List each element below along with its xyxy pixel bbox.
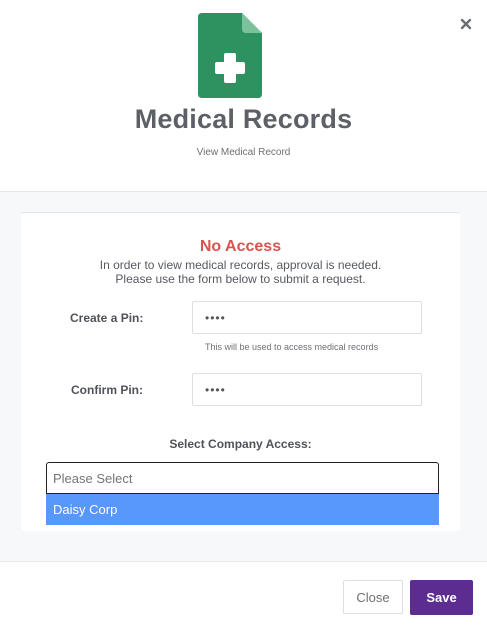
notice-line-2: Please use the form below to submit a re… xyxy=(115,272,366,286)
modal-body: No Access In order to view medical recor… xyxy=(0,192,487,561)
modal-footer: Close Save xyxy=(0,561,487,625)
create-pin-help: This will be used to access medical reco… xyxy=(205,342,379,352)
close-icon[interactable] xyxy=(458,16,474,32)
close-button[interactable]: Close xyxy=(343,580,403,614)
modal-header: Medical Records View Medical Record xyxy=(0,0,487,192)
medical-document-icon xyxy=(198,13,262,98)
save-button[interactable]: Save xyxy=(410,580,473,615)
notice-line-1: In order to view medical records, approv… xyxy=(99,258,382,272)
access-notice: In order to view medical records, approv… xyxy=(21,258,460,286)
modal-subtitle: View Medical Record xyxy=(196,147,291,158)
confirm-pin-label: Confirm Pin: xyxy=(71,383,143,397)
confirm-pin-input[interactable] xyxy=(192,373,422,406)
create-pin-label: Create a Pin: xyxy=(70,311,144,325)
modal-title: Medical Records xyxy=(134,104,353,134)
company-option-daisy-corp[interactable]: Daisy Corp xyxy=(46,494,439,525)
no-access-title: No Access xyxy=(199,238,282,255)
create-pin-input[interactable] xyxy=(192,301,422,334)
company-select-input[interactable] xyxy=(46,462,439,494)
access-request-card: No Access In order to view medical recor… xyxy=(21,212,460,531)
medical-records-modal: Medical Records View Medical Record No A… xyxy=(0,0,487,625)
company-access-label: Select Company Access: xyxy=(169,437,312,451)
